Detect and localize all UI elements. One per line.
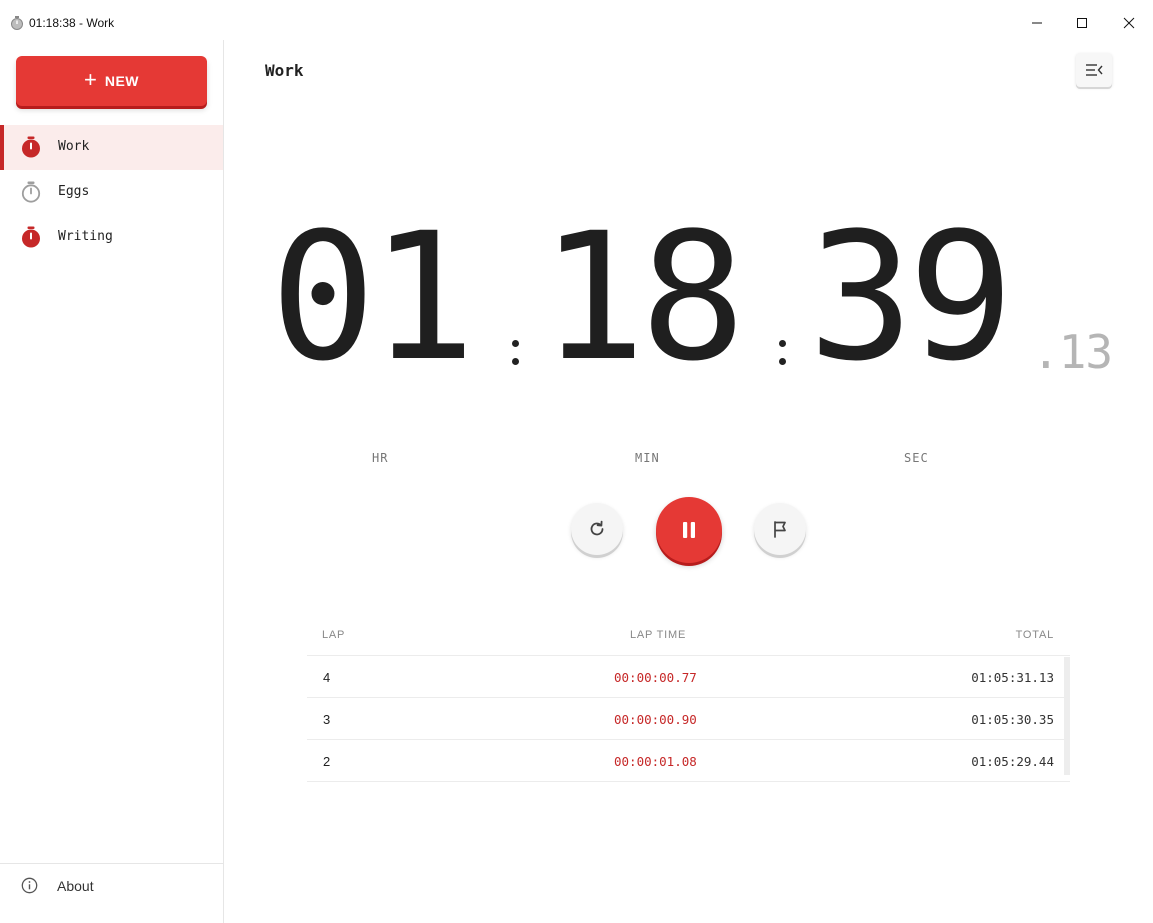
pause-icon bbox=[683, 522, 695, 538]
sidebar: + NEW Work Eggs Writing About bbox=[0, 40, 224, 923]
hours-unit-label: HR bbox=[372, 451, 389, 465]
stopwatch-running-icon bbox=[22, 136, 40, 158]
window-title: 01:18:38 - Work bbox=[29, 16, 115, 30]
laps-table-header: LAP LAP TIME TOTAL bbox=[307, 626, 1070, 656]
sidebar-item-work[interactable]: Work bbox=[0, 125, 223, 170]
about-label: About bbox=[57, 878, 94, 894]
close-icon bbox=[1123, 17, 1135, 29]
sidebar-item-label: Eggs bbox=[58, 184, 90, 199]
minimize-icon bbox=[1032, 22, 1042, 24]
new-timer-button[interactable]: + NEW bbox=[16, 56, 207, 106]
maximize-button[interactable] bbox=[1059, 8, 1105, 38]
stopwatch-icon bbox=[11, 16, 23, 30]
new-button-label: NEW bbox=[104, 73, 140, 89]
info-icon bbox=[21, 877, 38, 894]
lap-column-header: LAP bbox=[322, 629, 346, 641]
total-column-header: TOTAL bbox=[1015, 629, 1054, 641]
table-row: 3 00:00:00.90 01:05:30.35 bbox=[307, 698, 1070, 740]
hours-digits: 01 bbox=[270, 195, 476, 400]
reset-icon bbox=[590, 520, 604, 536]
maximize-icon bbox=[1077, 18, 1087, 28]
lap-time-column-header: LAP TIME bbox=[630, 629, 687, 641]
seconds-digits: 39 bbox=[808, 195, 1014, 400]
lap-time: 00:00:00.77 bbox=[614, 670, 697, 685]
about-button[interactable]: About bbox=[0, 863, 223, 910]
lap-total: 01:05:29.44 bbox=[971, 754, 1054, 769]
sidebar-item-label: Work bbox=[58, 139, 90, 154]
lap-button[interactable] bbox=[754, 503, 806, 555]
lap-number: 3 bbox=[323, 712, 331, 727]
lap-total: 01:05:31.13 bbox=[971, 670, 1054, 685]
lap-total: 01:05:30.35 bbox=[971, 712, 1054, 727]
minimize-button[interactable] bbox=[1014, 8, 1060, 38]
timer-display: 01 18 39 .13 HR MIN SEC bbox=[225, 40, 1153, 480]
lap-number: 2 bbox=[323, 754, 331, 769]
main-panel: Work 01 18 39 .13 HR MIN SEC LAP LAP TIM… bbox=[225, 40, 1153, 923]
reset-button[interactable] bbox=[571, 503, 623, 555]
pause-button[interactable] bbox=[656, 497, 722, 563]
table-row: 2 00:00:01.08 01:05:29.44 bbox=[307, 740, 1070, 782]
lap-number: 4 bbox=[323, 670, 331, 685]
table-row: 4 00:00:00.77 01:05:31.13 bbox=[307, 656, 1070, 698]
minutes-unit-label: MIN bbox=[635, 451, 660, 465]
fraction-digits: .13 bbox=[1032, 325, 1113, 379]
lap-time: 00:00:00.90 bbox=[614, 712, 697, 727]
timer-list: Work Eggs Writing bbox=[0, 125, 223, 260]
close-button[interactable] bbox=[1106, 8, 1152, 38]
minutes-digits: 18 bbox=[540, 195, 746, 400]
lap-time: 00:00:01.08 bbox=[614, 754, 697, 769]
sidebar-item-eggs[interactable]: Eggs bbox=[0, 170, 223, 215]
laps-scrollbar[interactable] bbox=[1064, 657, 1070, 775]
sidebar-item-writing[interactable]: Writing bbox=[0, 215, 223, 260]
sidebar-item-label: Writing bbox=[58, 229, 113, 244]
plus-icon: + bbox=[83, 66, 97, 92]
stopwatch-idle-icon bbox=[21, 181, 41, 203]
stopwatch-running-icon bbox=[22, 226, 40, 248]
laps-table: LAP LAP TIME TOTAL 4 00:00:00.77 01:05:3… bbox=[307, 626, 1070, 782]
seconds-unit-label: SEC bbox=[904, 451, 929, 465]
flag-icon bbox=[774, 521, 786, 538]
